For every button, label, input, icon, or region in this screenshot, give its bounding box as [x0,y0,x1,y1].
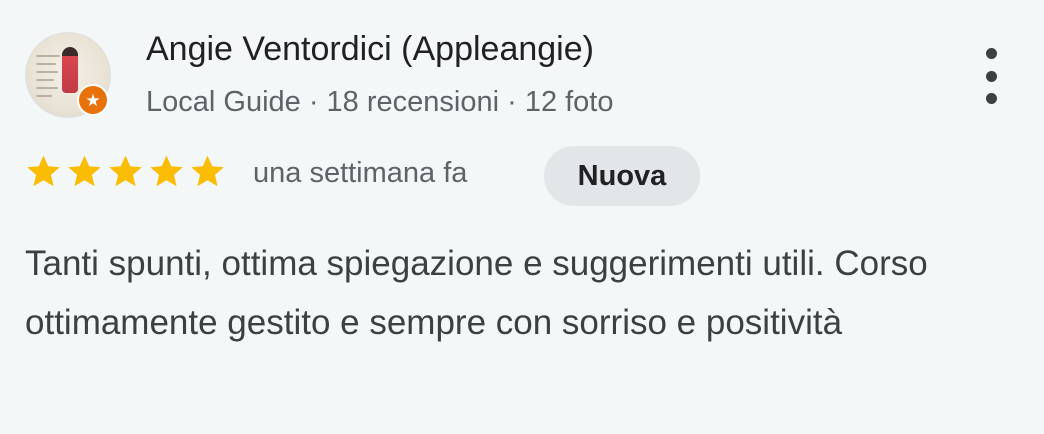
avatar-pattern [36,87,58,89]
author-meta: Local Guide · 18 recensioni · 12 foto [146,86,614,118]
avatar-pattern [36,55,60,57]
more-dot [985,70,997,82]
star-icon [68,155,101,187]
star-icon [191,155,224,187]
star-badge-icon: ★ [77,84,109,116]
star-rating [24,152,227,191]
review-card: ★ Angie Ventordici (Appleangie) Local Gu… [0,0,1044,434]
avatar-figure [62,47,78,93]
avatar-pattern [36,63,56,65]
more-vert-icon[interactable] [976,48,1006,104]
star-icon [150,155,183,187]
avatar-pattern [36,95,52,97]
star-icon [109,155,142,187]
more-dot [985,93,997,104]
review-time: una settimana fa [253,157,468,189]
avatar-pattern [36,71,58,73]
review-text: Tanti spunti, ottima spiegazione e sugge… [25,244,928,342]
star-icon [27,155,60,187]
avatar-pattern [36,79,54,81]
more-dot [985,48,997,59]
new-badge: Nuova [544,146,700,206]
author-name[interactable]: Angie Ventordici (Appleangie) [146,30,594,69]
